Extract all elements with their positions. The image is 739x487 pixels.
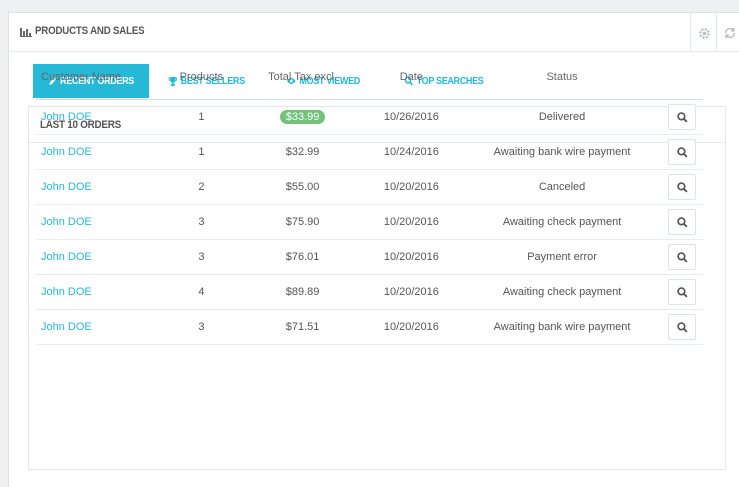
order-date: 10/20/2016: [383, 286, 439, 298]
table-row: John DOE 1 $32.99 10/24/2016 Awaiting bank w…: [36, 134, 703, 170]
column-header: Products: [157, 71, 245, 100]
order-status: Awaiting bank wire payment: [493, 321, 631, 333]
order-status: Payment error: [527, 251, 597, 263]
refresh-icon[interactable]: [718, 22, 739, 44]
products-and-sales-panel: PRODUCTS AND SALES RECENT ORDERS BEST SE…: [8, 12, 739, 487]
search-icon: [677, 111, 688, 123]
order-total: $71.51: [285, 321, 320, 333]
order-total: $76.01: [285, 251, 320, 263]
table-row: John DOE 3 $75.90 10/20/2016 Awaiting check …: [36, 204, 703, 240]
order-status: Awaiting bank wire payment: [493, 146, 631, 158]
column-header: Date: [360, 71, 463, 100]
order-status: Awaiting check payment: [502, 216, 622, 228]
search-icon: [677, 251, 688, 263]
bar-chart-icon: [20, 26, 32, 37]
table-row: John DOE 3 $76.01 10/20/2016 Payment error: [36, 239, 703, 275]
order-total: $32.99: [285, 146, 320, 158]
product-count: 1: [198, 146, 205, 158]
product-count: 3: [198, 321, 205, 333]
view-order-button[interactable]: [668, 244, 697, 270]
order-date: 10/20/2016: [383, 181, 439, 193]
order-date: 10/26/2016: [383, 111, 439, 123]
product-count: 4: [198, 286, 205, 298]
view-order-button[interactable]: [668, 139, 697, 165]
view-order-button[interactable]: [668, 209, 697, 235]
view-order-button[interactable]: [668, 314, 697, 340]
order-date: 10/24/2016: [383, 146, 439, 158]
view-order-button[interactable]: [668, 104, 697, 130]
view-order-button[interactable]: [668, 174, 697, 200]
order-total-badge: $33.99: [279, 110, 326, 124]
customer-link[interactable]: John DOE: [41, 216, 92, 228]
table-row: John DOE 4 $89.89 10/20/2016 Awaiting check …: [36, 274, 703, 310]
panel-title-text: PRODUCTS AND SALES: [35, 25, 145, 37]
customer-link[interactable]: John DOE: [41, 146, 92, 158]
table-row: John DOE 2 $55.00 10/20/2016 Canceled: [36, 169, 703, 205]
table-row: John DOE 3 $71.51 10/20/2016 Awaiting bank w…: [36, 309, 703, 345]
search-icon: [677, 181, 688, 193]
product-count: 3: [198, 251, 205, 263]
customer-link[interactable]: John DOE: [41, 111, 92, 123]
column-header: Status: [462, 71, 662, 100]
gear-icon[interactable]: [692, 22, 716, 44]
order-status: Awaiting check payment: [502, 286, 622, 298]
table-header-row: Customer Name Products Total Tax excl. D…: [36, 71, 703, 100]
table-row: John DOE 1 $33.99 10/26/2016 Delivered: [36, 99, 703, 135]
order-date: 10/20/2016: [383, 321, 439, 333]
panel-title: PRODUCTS AND SALES: [20, 25, 159, 37]
search-icon: [677, 146, 688, 158]
order-date: 10/20/2016: [383, 251, 439, 263]
view-order-button[interactable]: [668, 279, 697, 305]
customer-link[interactable]: John DOE: [41, 286, 92, 298]
column-header: Total Tax excl.: [244, 71, 361, 100]
order-status: Delivered: [538, 111, 586, 123]
product-count: 1: [198, 111, 205, 123]
order-total: $89.89: [285, 286, 320, 298]
customer-link[interactable]: John DOE: [41, 251, 92, 263]
search-icon: [677, 216, 688, 228]
product-count: 2: [198, 181, 205, 193]
order-status: Canceled: [538, 181, 586, 193]
search-icon: [677, 286, 688, 298]
panel-header: PRODUCTS AND SALES: [9, 13, 739, 52]
order-total: $55.00: [285, 181, 320, 193]
column-header: Customer Name: [36, 71, 158, 100]
product-count: 3: [198, 216, 205, 228]
order-date: 10/20/2016: [383, 216, 439, 228]
customer-link[interactable]: John DOE: [41, 321, 92, 333]
search-icon: [677, 321, 688, 333]
order-total: $75.90: [285, 216, 320, 228]
orders-table: Customer Name Products Total Tax excl. D…: [36, 71, 703, 345]
customer-link[interactable]: John DOE: [41, 181, 92, 193]
